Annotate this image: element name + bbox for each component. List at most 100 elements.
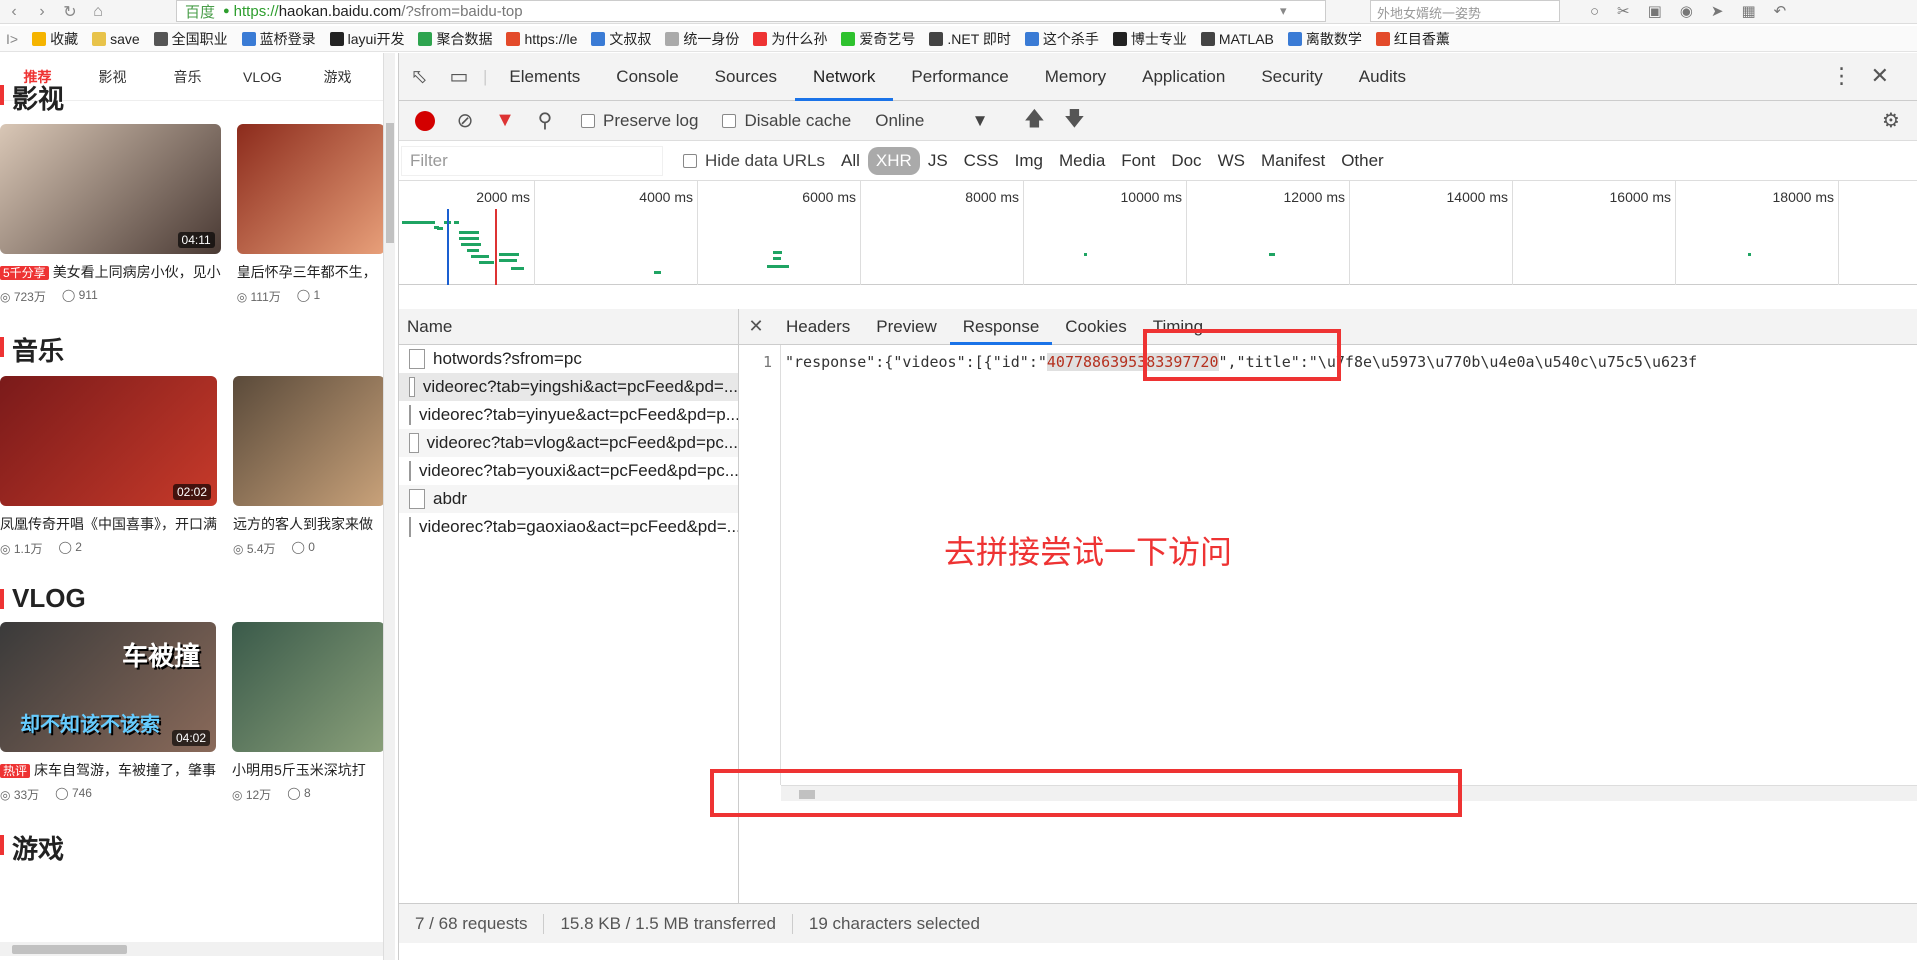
filter-type-img[interactable]: Img xyxy=(1007,147,1051,175)
close-devtools-icon[interactable]: ✕ xyxy=(1871,63,1907,88)
video-thumbnail[interactable]: 02:02 xyxy=(0,376,217,506)
detail-tab-response[interactable]: Response xyxy=(949,309,1053,345)
video-title[interactable]: 5千分享 美女看上同病房小伙，见小 xyxy=(0,262,221,282)
bookmark-item[interactable]: layui开发 xyxy=(329,29,404,49)
video-card[interactable]: 皇后怀孕三年都不生， ◎ 111万 ◯ 1 xyxy=(236,124,385,305)
bookmark-item[interactable]: 统一身份 xyxy=(665,29,739,49)
bookmark-item[interactable]: 红目香薰 xyxy=(1375,29,1450,49)
browser-search-input[interactable]: 外地女婿统一姿势 xyxy=(1370,0,1560,22)
page-vertical-scrollbar[interactable] xyxy=(383,53,395,960)
bookmark-item[interactable]: 收藏 xyxy=(32,29,78,49)
video-title[interactable]: 小明用5斤玉米深坑打 xyxy=(232,760,385,780)
request-row[interactable]: abdr xyxy=(399,485,738,513)
throttling-select[interactable]: Online ▼ xyxy=(875,111,988,131)
close-detail-icon[interactable]: ✕ xyxy=(739,316,773,337)
extension-icons[interactable]: ○✂▣◉➤▦↶ xyxy=(1590,2,1804,20)
devtools-tab-console[interactable]: Console xyxy=(598,53,696,101)
device-toolbar-icon[interactable]: ▭ xyxy=(439,64,479,89)
more-icon[interactable]: ⋮ xyxy=(1831,63,1871,88)
bookmark-item[interactable]: 蓝桥登录 xyxy=(241,29,316,49)
video-card[interactable]: 远方的客人到我家来做 ◎ 5.4万 ◯ 0 xyxy=(233,376,385,557)
video-thumbnail[interactable] xyxy=(236,124,385,254)
response-code[interactable]: "response":{"videos":[{"id":"40778863953… xyxy=(785,353,1697,371)
filter-type-other[interactable]: Other xyxy=(1333,147,1392,175)
video-thumbnail[interactable]: 04:11 xyxy=(0,124,221,254)
record-icon[interactable] xyxy=(415,110,435,131)
devtools-tab-audits[interactable]: Audits xyxy=(1341,53,1424,101)
devtools-menu[interactable]: ⋮✕ xyxy=(1831,63,1907,89)
video-card[interactable]: 04:11 5千分享 美女看上同病房小伙，见小 ◎ 723万 ◯ 911 xyxy=(0,124,221,305)
detail-tab-preview[interactable]: Preview xyxy=(863,309,949,345)
bookmark-item[interactable]: https://le xyxy=(506,31,577,47)
filter-type-all[interactable]: All xyxy=(833,147,868,175)
filter-input[interactable]: Filter xyxy=(401,145,663,176)
bookmark-item[interactable]: 离散数学 xyxy=(1287,29,1362,49)
bookmark-item[interactable]: 文叔叔 xyxy=(591,29,651,49)
request-row[interactable]: hotwords?sfrom=pc xyxy=(399,345,738,373)
detail-tab-headers[interactable]: Headers xyxy=(773,309,863,345)
request-row[interactable]: videorec?tab=yinyue&act=pcFeed&pd=p... xyxy=(399,401,738,429)
filter-type-doc[interactable]: Doc xyxy=(1163,147,1209,175)
filter-type-manifest[interactable]: Manifest xyxy=(1253,147,1333,175)
inspect-element-icon[interactable]: ⬁ xyxy=(399,64,439,89)
devtools-tab-security[interactable]: Security xyxy=(1243,53,1340,101)
request-row[interactable]: videorec?tab=youxi&act=pcFeed&pd=pc... xyxy=(399,457,738,485)
request-row[interactable]: videorec?tab=yingshi&act=pcFeed&pd=... xyxy=(399,373,738,401)
video-thumbnail[interactable]: 车被撞 却不知该不该索 04:02 xyxy=(0,622,217,752)
filter-type-ws[interactable]: WS xyxy=(1210,147,1253,175)
clear-icon[interactable]: ⊘ xyxy=(445,108,485,133)
devtools-tab-application[interactable]: Application xyxy=(1124,53,1243,101)
filter-type-js[interactable]: JS xyxy=(920,147,956,175)
devtools-tab-performance[interactable]: Performance xyxy=(893,53,1026,101)
import-har-icon[interactable]: 🡅 xyxy=(1014,104,1054,138)
name-column-header[interactable]: Name xyxy=(399,309,739,345)
video-card[interactable]: 车被撞 却不知该不该索 04:02 热评 床车自驾游，车被撞了，肇事 ◎ 33万 ◯ 746 xyxy=(0,622,217,803)
page-horizontal-scrollbar[interactable] xyxy=(0,942,383,956)
home-icon[interactable]: ⌂ xyxy=(84,3,112,21)
url-field[interactable]: 百度 ● https:// haokan.baidu.com /?sfrom=b… xyxy=(176,0,1326,22)
bookmark-item[interactable]: 为什么孙 xyxy=(753,29,827,49)
video-thumbnail[interactable] xyxy=(233,376,385,506)
request-row[interactable]: videorec?tab=gaoxiao&act=pcFeed&pd=... xyxy=(399,513,738,541)
video-card[interactable]: 小明用5斤玉米深坑打 ◎ 12万 ◯ 8 xyxy=(232,622,385,803)
detail-tab-timing[interactable]: Timing xyxy=(1140,309,1216,345)
response-horizontal-scrollbar[interactable] xyxy=(781,785,1917,801)
disable-cache-checkbox[interactable]: Disable cache xyxy=(722,111,851,131)
filter-icon[interactable]: ▼ xyxy=(485,109,525,132)
preserve-log-checkbox[interactable]: Preserve log xyxy=(581,111,698,131)
bookmark-item[interactable]: 聚合数据 xyxy=(418,29,492,49)
hide-data-urls-checkbox[interactable]: Hide data URLs xyxy=(683,151,825,171)
search-icon[interactable]: ⚲ xyxy=(525,108,565,133)
dropdown-icon[interactable]: ▾ xyxy=(1280,3,1287,19)
filter-type-font[interactable]: Font xyxy=(1113,147,1163,175)
devtools-tab-sources[interactable]: Sources xyxy=(697,53,795,101)
back-icon[interactable]: ‹ xyxy=(0,3,28,21)
settings-gear-icon[interactable]: ⚙ xyxy=(1871,108,1911,133)
network-overview-timeline[interactable]: 2000 ms 4000 ms 6000 ms 8000 ms 10000 ms 1200… xyxy=(399,181,1917,285)
video-title[interactable]: 凤凰传奇开唱《中国喜事》，开口满 xyxy=(0,514,217,534)
bookmarks-toggle-icon[interactable]: I> xyxy=(6,31,18,47)
bookmark-item[interactable]: 全国职业 xyxy=(153,29,228,49)
export-har-icon[interactable]: 🡇 xyxy=(1054,104,1094,138)
video-card[interactable]: 02:02 凤凰传奇开唱《中国喜事》，开口满 ◎ 1.1万 ◯ 2 xyxy=(0,376,217,557)
video-title[interactable]: 远方的客人到我家来做 xyxy=(233,514,385,534)
devtools-tab-memory[interactable]: Memory xyxy=(1027,53,1124,101)
detail-tab-cookies[interactable]: Cookies xyxy=(1052,309,1139,345)
forward-icon[interactable]: › xyxy=(28,3,56,21)
filter-type-xhr[interactable]: XHR xyxy=(867,146,920,175)
video-thumbnail[interactable] xyxy=(232,622,385,752)
filter-type-media[interactable]: Media xyxy=(1051,147,1113,175)
bookmark-item[interactable]: save xyxy=(92,31,140,47)
devtools-tab-network[interactable]: Network xyxy=(795,53,894,101)
bookmark-item[interactable]: .NET 即时 xyxy=(929,29,1011,49)
devtools-tab-elements[interactable]: Elements xyxy=(491,53,598,101)
bookmark-item[interactable]: 爱奇艺号 xyxy=(841,29,915,49)
video-title[interactable]: 热评 床车自驾游，车被撞了，肇事 xyxy=(0,760,216,780)
bookmark-item[interactable]: 这个杀手 xyxy=(1024,29,1099,49)
bookmark-item[interactable]: 博士专业 xyxy=(1112,29,1187,49)
video-title[interactable]: 皇后怀孕三年都不生， xyxy=(237,262,385,282)
request-row[interactable]: videorec?tab=vlog&act=pcFeed&pd=pc... xyxy=(399,429,738,457)
bookmark-item[interactable]: MATLAB xyxy=(1200,31,1274,47)
filter-type-css[interactable]: CSS xyxy=(956,147,1007,175)
response-id-value[interactable]: 4077886395383397720 xyxy=(1046,353,1219,371)
